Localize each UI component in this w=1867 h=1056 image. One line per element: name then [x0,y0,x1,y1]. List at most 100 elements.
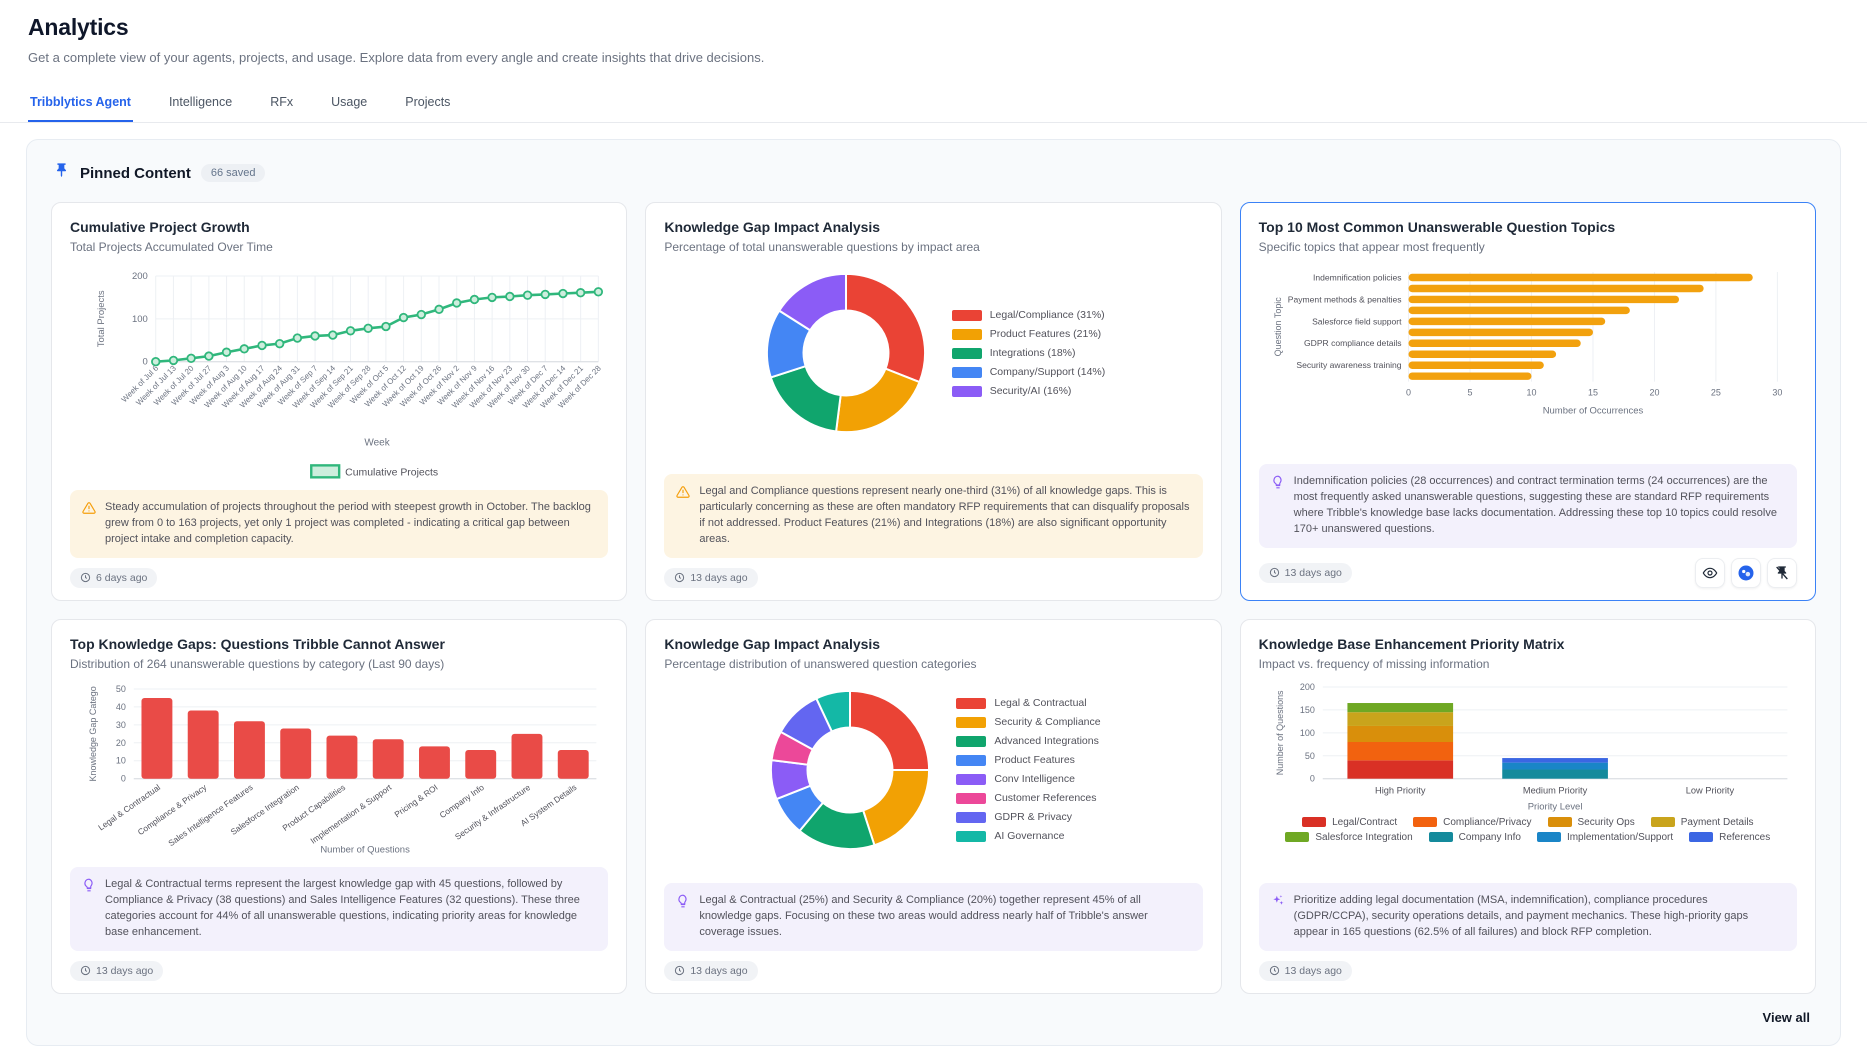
tab-tribblytics-agent[interactable]: Tribblytics Agent [28,87,133,122]
legend-label: Product Features (21%) [990,328,1101,340]
sparkles-icon [1271,894,1285,941]
tab-projects[interactable]: Projects [403,87,452,122]
legend-swatch [1302,817,1326,827]
legend-swatch [1548,817,1572,827]
page-title: Analytics [28,14,1839,41]
svg-text:0: 0 [121,773,126,783]
explore-button[interactable] [1731,558,1761,588]
pinned-count-badge: 66 saved [201,164,266,182]
legend-item: Security & Compliance [956,716,1100,728]
svg-text:100: 100 [1300,728,1315,738]
card-actions [1695,558,1797,588]
insight-box: Legal & Contractual (25%) and Security &… [664,883,1202,951]
svg-text:Medium Priority: Medium Priority [1523,785,1588,795]
timestamp-badge: 6 days ago [70,568,157,588]
legend-swatch [1537,832,1561,842]
svg-text:100: 100 [132,314,148,325]
legend-item: Payment Details [1651,817,1754,828]
svg-text:50: 50 [116,684,126,694]
svg-text:0: 0 [1309,773,1314,783]
card-top-knowledge-gaps[interactable]: Top Knowledge Gaps: Questions Tribble Ca… [51,619,627,994]
timestamp-badge: 13 days ago [1259,961,1352,981]
donut-chart-svg [766,686,934,854]
svg-text:Total Projects: Total Projects [96,290,107,347]
insight-box: Legal and Compliance questions represent… [664,474,1202,558]
tab-rfx[interactable]: RFx [268,87,295,122]
svg-text:20: 20 [116,738,126,748]
card-top-10-unanswerable-topics[interactable]: Top 10 Most Common Unanswerable Question… [1240,202,1816,601]
stacked-bar-chart-svg: 050100150200High PriorityMedium Priority… [1259,679,1797,815]
legend-label: Security Ops [1578,817,1635,828]
unpin-icon [1774,565,1790,581]
donut-chart: Legal & Contractual Security & Compliance… [664,679,1202,861]
timestamp-text: 6 days ago [96,572,147,584]
legend-item: AI Governance [956,830,1100,842]
legend-label: Compliance/Privacy [1443,817,1531,828]
legend-item: Product Features [956,754,1100,766]
legend-label: Security & Compliance [994,716,1100,728]
svg-text:Salesforce field support: Salesforce field support [1312,316,1402,326]
donut-legend: Legal/Compliance (31%) Product Features (… [952,309,1106,397]
insight-text: Steady accumulation of projects througho… [105,500,596,548]
insight-text: Legal & Contractual terms represent the … [105,877,596,941]
svg-text:Number of Occurrences: Number of Occurrences [1542,406,1643,417]
timestamp-badge: 13 days ago [664,961,757,981]
card-cumulative-project-growth[interactable]: Cumulative Project Growth Total Projects… [51,202,627,601]
card-knowledge-gap-impact-2[interactable]: Knowledge Gap Impact Analysis Percentage… [645,619,1221,994]
svg-text:GDPR compliance details: GDPR compliance details [1304,338,1402,348]
timestamp-badge: 13 days ago [70,961,163,981]
insight-text: Prioritize adding legal documentation (M… [1294,893,1785,941]
legend-swatch [1689,832,1713,842]
card-footer: 6 days ago [70,568,608,588]
svg-text:Payment methods & penalties: Payment methods & penalties [1287,294,1401,304]
legend-item: Legal & Contractual [956,697,1100,709]
timestamp-text: 13 days ago [690,965,747,977]
card-priority-matrix[interactable]: Knowledge Base Enhancement Priority Matr… [1240,619,1816,994]
stacked-bar-chart: 050100150200High PriorityMedium Priority… [1259,679,1797,843]
pinned-header: Pinned Content 66 saved [53,162,1816,184]
bar-chart: 01020304050Legal & ContractualCompliance… [70,679,608,867]
legend-item: Company/Support (14%) [952,366,1106,378]
card-title: Top Knowledge Gaps: Questions Tribble Ca… [70,636,608,652]
insight-text: Legal and Compliance questions represent… [699,484,1190,548]
card-knowledge-gap-impact-1[interactable]: Knowledge Gap Impact Analysis Percentage… [645,202,1221,601]
svg-text:Number of Questions: Number of Questions [1275,690,1285,775]
card-footer: 13 days ago [70,961,608,981]
unpin-button[interactable] [1767,558,1797,588]
warning-icon [82,501,96,548]
line-chart: 0100200Week of Jul 6Week of Jul 13Week o… [70,262,608,490]
view-all-link[interactable]: View all [1763,1010,1810,1025]
svg-text:10: 10 [116,756,126,766]
timestamp-text: 13 days ago [1285,965,1342,977]
legend-item: Advanced Integrations [956,735,1100,747]
timestamp-text: 13 days ago [690,572,747,584]
svg-text:0: 0 [142,357,147,368]
donut-legend: Legal & Contractual Security & Compliance… [956,697,1100,842]
legend-swatch [1429,832,1453,842]
svg-text:Cumulative Projects: Cumulative Projects [345,467,438,478]
lightbulb-icon [676,894,690,941]
svg-text:30: 30 [116,720,126,730]
card-subtitle: Impact vs. frequency of missing informat… [1259,657,1797,671]
legend-label: Legal & Contractual [994,697,1086,709]
timestamp-badge: 13 days ago [664,568,757,588]
legend-label: Conv Intelligence [994,773,1075,785]
legend-swatch [1413,817,1437,827]
hbar-chart: 051015202530Indemnification policiesPaym… [1259,262,1797,422]
view-button[interactable] [1695,558,1725,588]
clock-icon [1269,965,1280,976]
legend-label: Legal/Compliance (31%) [990,309,1105,321]
tab-usage[interactable]: Usage [329,87,369,122]
legend-label: GDPR & Privacy [994,811,1072,823]
legend-item: Security Ops [1548,817,1635,828]
view-all-row: View all [51,994,1816,1031]
legend-item: Conv Intelligence [956,773,1100,785]
legend-label: Implementation/Support [1567,832,1673,843]
legend-label: AI Governance [994,830,1064,842]
tab-intelligence[interactable]: Intelligence [167,87,234,122]
legend-label: Legal/Contract [1332,817,1397,828]
svg-text:Implementation & Support: Implementation & Support [308,782,393,846]
svg-text:Question Topic: Question Topic [1273,297,1283,357]
card-subtitle: Total Projects Accumulated Over Time [70,240,608,254]
card-title: Knowledge Base Enhancement Priority Matr… [1259,636,1797,652]
